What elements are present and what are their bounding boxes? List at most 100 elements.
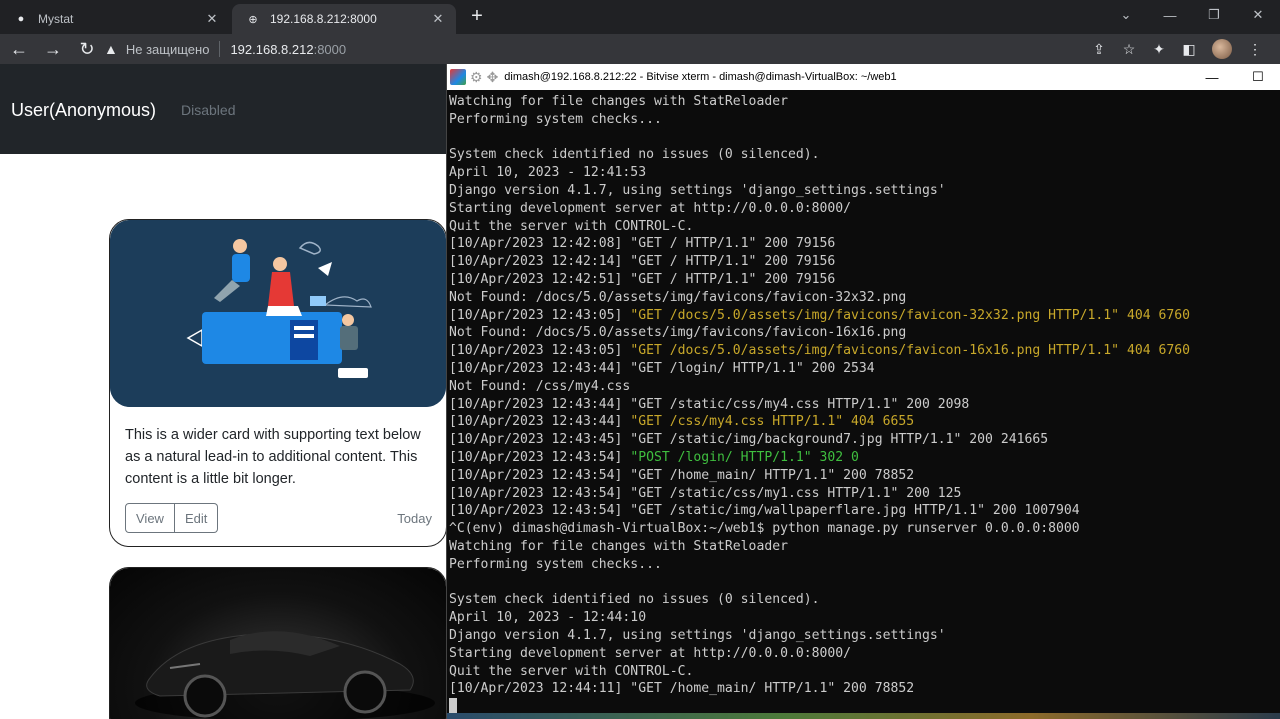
back-icon[interactable]: ← [4,36,34,62]
log-text: Performing system checks... [449,111,662,127]
url-port: :8000 [313,41,347,57]
terminal-line: ^C(env) dimash@dimash-VirtualBox:~/web1$… [449,520,1279,538]
minimize-icon[interactable]: — [1189,70,1235,85]
card-button-group: View Edit [125,503,219,533]
terminal-line: [10/Apr/2023 12:42:08] "GET / HTTP/1.1" … [449,235,1279,253]
view-button[interactable]: View [125,503,175,533]
terminal-line: Performing system checks... [449,556,1279,574]
log-text: April 10, 2023 - 12:41:53 [449,165,647,181]
profile-avatar[interactable] [1212,39,1232,59]
bitvise-app-icon [450,69,466,85]
terminal-line: Not Found: /css/my4.css [449,378,1279,396]
card [109,567,447,719]
black-car-illustration [135,631,435,719]
browser-toolbar: ← → ↻ ▲ Не защищено 192.168.8.212 :8000 … [0,34,1280,64]
bookmark-star-icon[interactable]: ☆ [1114,36,1144,62]
log-timestamp: [10/Apr/2023 12:43:44] [449,414,631,430]
log-text: "GET /css/my4.css HTTP/1.1" 404 6655 [630,414,915,430]
log-text: [10/Apr/2023 12:42:51] "GET / HTTP/1.1" … [449,271,836,287]
terminal-line: Performing system checks... [449,111,1279,129]
log-text: "GET /docs/5.0/assets/img/favicons/favic… [630,307,1191,323]
log-text: [10/Apr/2023 12:42:08] "GET / HTTP/1.1" … [449,236,836,252]
terminal-line: Quit the server with CONTROL-C. [449,218,1279,236]
close-icon[interactable]: ✕ [200,11,224,27]
terminal-line: [10/Apr/2023 12:43:44] "GET /login/ HTTP… [449,360,1279,378]
log-text: [10/Apr/2023 12:43:54] "GET /home_main/ … [449,467,915,483]
terminal-line: Watching for file changes with StatReloa… [449,538,1279,556]
log-text: "GET /docs/5.0/assets/img/favicons/favic… [630,343,1191,359]
log-text: Watching for file changes with StatReloa… [449,538,788,554]
tab-strip: ● Mystat ✕ ⊕ 192.168.8.212:8000 ✕ + ⌄ — … [0,0,1280,34]
log-text: Django version 4.1.7, using settings 'dj… [449,182,946,198]
terminal-line: [10/Apr/2023 12:43:45] "GET /static/img/… [449,431,1279,449]
terminal-output[interactable]: Watching for file changes with StatReloa… [449,93,1279,715]
close-window-icon[interactable]: ✕ [1236,0,1280,30]
log-text: Django version 4.1.7, using settings 'dj… [449,627,946,643]
log-text: [10/Apr/2023 12:42:14] "GET / HTTP/1.1" … [449,254,836,270]
close-icon[interactable]: ✕ [426,11,450,27]
maximize-icon[interactable]: ☐ [1235,69,1280,85]
terminal-line: [10/Apr/2023 12:43:54] "GET /static/css/… [449,485,1279,503]
terminal-line: Not Found: /docs/5.0/assets/img/favicons… [449,289,1279,307]
gear-icon[interactable]: ⚙ [470,69,483,86]
desktop-strip [447,713,1280,719]
share-icon[interactable]: ⇪ [1084,36,1114,62]
reload-icon[interactable]: ↻ [72,36,102,62]
url-host: 192.168.8.212 [230,41,314,57]
log-text: [10/Apr/2023 12:44:11] "GET /home_main/ … [449,681,915,697]
log-text: [10/Apr/2023 12:43:54] "GET /static/img/… [449,503,1080,519]
terminal-line: System check identified no issues (0 sil… [449,146,1279,164]
terminal-line: Starting development server at http://0.… [449,200,1279,218]
terminal-line: Django version 4.1.7, using settings 'dj… [449,182,1279,200]
tab-search-icon[interactable]: ⌄ [1104,0,1148,30]
menu-icon[interactable]: ⋮ [1240,36,1270,62]
terminal-line: Django version 4.1.7, using settings 'dj… [449,627,1279,645]
terminal-line: April 10, 2023 - 12:41:53 [449,164,1279,182]
terminal-line: [10/Apr/2023 12:42:51] "GET / HTTP/1.1" … [449,271,1279,289]
log-text: Watching for file changes with StatReloa… [449,94,788,109]
navbar-brand[interactable]: User(Anonymous) [11,100,156,121]
log-timestamp: [10/Apr/2023 12:43:54] [449,449,631,465]
card-timestamp: Today [397,511,432,526]
restore-icon[interactable]: ❐ [1192,0,1236,30]
log-text: [10/Apr/2023 12:43:44] "GET /login/ HTTP… [449,360,875,376]
terminal-line: [10/Apr/2023 12:43:05] "GET /docs/5.0/as… [449,307,1279,325]
terminal-line: [10/Apr/2023 12:43:54] "GET /home_main/ … [449,467,1279,485]
window-controls: ⌄ — ❐ ✕ [1104,0,1280,30]
terminal-line: Quit the server with CONTROL-C. [449,663,1279,681]
terminal-line: April 10, 2023 - 12:44:10 [449,609,1279,627]
card-illustration [110,220,446,407]
new-tab-button[interactable]: + [466,5,488,27]
log-text: [10/Apr/2023 12:43:44] "GET /static/css/… [449,396,970,412]
log-text: Starting development server at http://0.… [449,200,852,216]
log-text: "POST /login/ HTTP/1.1" 302 0 [630,449,859,465]
log-text: ^C(env) dimash@dimash-VirtualBox:~/web1$… [449,521,1080,537]
terminal-line: [10/Apr/2023 12:43:44] "GET /static/css/… [449,396,1279,414]
side-panel-icon[interactable]: ◧ [1174,36,1204,62]
terminal-line: Not Found: /docs/5.0/assets/img/favicons… [449,324,1279,342]
terminal-cursor [449,698,457,714]
terminal-title: dimash@192.168.8.212:22 - Bitvise xterm … [504,71,897,83]
warning-icon[interactable]: ▲ [104,41,118,57]
tab-mystat[interactable]: ● Mystat ✕ [0,4,230,34]
edit-button[interactable]: Edit [174,503,219,533]
terminal-line: [10/Apr/2023 12:43:54] "GET /static/img/… [449,502,1279,520]
move-icon[interactable]: ✥ [487,69,499,86]
address-bar[interactable]: ▲ Не защищено 192.168.8.212 :8000 [104,34,346,64]
terminal-line: [10/Apr/2023 12:42:14] "GET / HTTP/1.1" … [449,253,1279,271]
terminal-line: System check identified no issues (0 sil… [449,591,1279,609]
terminal-titlebar: ⚙ ✥ dimash@192.168.8.212:22 - Bitvise xt… [447,64,1280,90]
globe-icon: ⊕ [248,13,258,26]
extensions-icon[interactable]: ✦ [1144,36,1174,62]
tab-active-site[interactable]: ⊕ 192.168.8.212:8000 ✕ [232,4,456,34]
terminal-line: [10/Apr/2023 12:43:54] "POST /login/ HTT… [449,449,1279,467]
tab-title: Mystat [38,12,74,26]
terminal-line: Starting development server at http://0.… [449,645,1279,663]
security-label[interactable]: Не защищено [126,42,210,57]
terminal-window: ⚙ ✥ dimash@192.168.8.212:22 - Bitvise xt… [446,64,1280,719]
forward-icon[interactable]: → [38,36,68,62]
toolbar-actions: ⇪ ☆ ✦ ◧ ⋮ [1084,34,1270,64]
minimize-icon[interactable]: — [1148,0,1192,30]
